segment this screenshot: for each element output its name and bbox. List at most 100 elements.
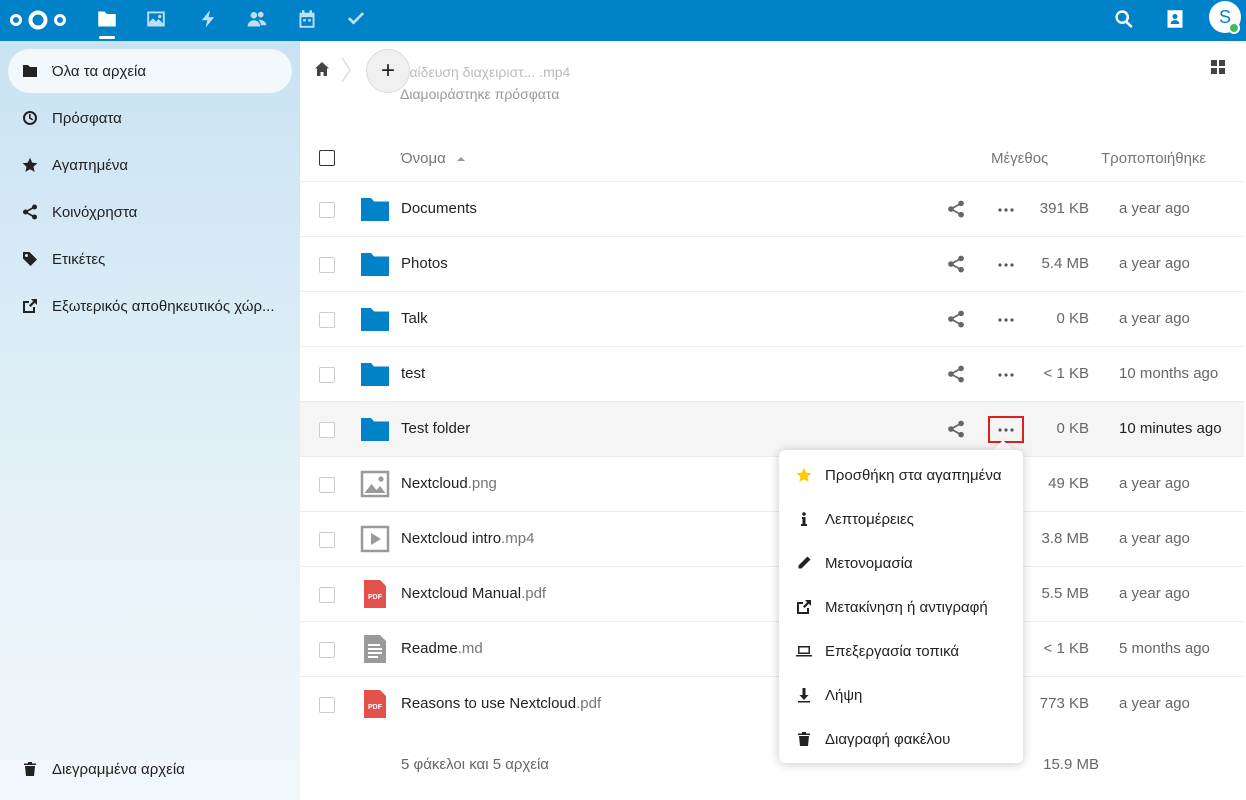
row-select-checkbox[interactable] [319, 642, 335, 658]
menu-item-label: Λεπτομέρειες [825, 510, 914, 528]
star-icon [796, 467, 812, 482]
menu-item-label: Λήψη [825, 686, 863, 704]
file-list-summary: 5 φάκελοι και 5 αρχεία [401, 756, 549, 773]
file-row[interactable]: PDF Reasons to use Nextcloud.pdf 773 KB a y… [300, 676, 1244, 731]
share-icon[interactable] [947, 200, 965, 218]
folder-icon [361, 363, 389, 386]
more-actions-button[interactable] [992, 365, 1020, 385]
sidebar-item-shares[interactable]: Κοινόχρηστα [8, 190, 292, 234]
more-actions-button[interactable] [992, 200, 1020, 220]
grid-view-icon[interactable] [1210, 59, 1226, 75]
row-select-checkbox[interactable] [319, 697, 335, 713]
file-name[interactable]: Nextcloud Manual.pdf [401, 585, 546, 602]
file-name[interactable]: Readme.md [401, 640, 483, 657]
row-select-checkbox[interactable] [319, 422, 335, 438]
info-icon [801, 512, 807, 526]
menu-item-download[interactable]: Λήψη [779, 673, 1023, 717]
sidebar-item-label: Εξωτερικός αποθηκευτικός χώρ... [52, 297, 275, 315]
sidebar-item-label: Ετικέτες [52, 250, 106, 268]
share-icon[interactable] [947, 255, 965, 273]
file-size: 391 KB [1039, 200, 1089, 217]
menu-item-favorite[interactable]: Προσθήκη στα αγαπημένα [779, 453, 1023, 497]
file-row[interactable]: Talk 0 KB a year ago [300, 291, 1244, 346]
menu-item-label: Προσθήκη στα αγαπημένα [825, 466, 1002, 484]
file-modified: 10 months ago [1119, 365, 1219, 382]
new-file-button[interactable]: + [366, 49, 410, 93]
sidebar-item-label: Κοινόχρηστα [52, 203, 138, 221]
svg-text:PDF: PDF [368, 704, 383, 711]
file-row[interactable]: Nextcloud.png 49 KB a year ago [300, 456, 1244, 511]
column-header-modified[interactable]: Τροποποιήθηκε [1101, 150, 1206, 167]
trash-icon [798, 732, 810, 746]
row-select-checkbox[interactable] [319, 312, 335, 328]
menu-item-move-copy[interactable]: Μετακίνηση ή αντιγραφή [779, 585, 1023, 629]
menu-item-rename[interactable]: Μετονομασία [779, 541, 1023, 585]
sidebar-item-all-files[interactable]: Όλα τα αρχεία [8, 49, 292, 93]
video-file-icon [360, 525, 390, 553]
file-modified: a year ago [1119, 585, 1190, 602]
file-size: 773 KB [1039, 695, 1089, 712]
file-name[interactable]: test [401, 365, 425, 382]
file-row[interactable]: Documents 391 KB a year ago [300, 181, 1244, 236]
row-select-checkbox[interactable] [319, 202, 335, 218]
external-link-icon [797, 600, 811, 614]
file-row[interactable]: Photos 5.4 MB a year ago [300, 236, 1244, 291]
file-name[interactable]: Reasons to use Nextcloud.pdf [401, 695, 601, 712]
file-row[interactable]: PDF Nextcloud Manual.pdf 5.5 MB a year ago [300, 566, 1244, 621]
file-name[interactable]: Test folder [401, 420, 470, 437]
file-name[interactable]: Nextcloud.png [401, 475, 497, 492]
file-size: 5.4 MB [1041, 255, 1089, 272]
sidebar-item-recent[interactable]: Πρόσφατα [8, 96, 292, 140]
activity-app-icon[interactable] [195, 6, 221, 32]
share-icon[interactable] [947, 365, 965, 383]
calendar-app-icon[interactable] [294, 6, 320, 32]
sort-asc-icon [456, 157, 465, 162]
file-size: 3.8 MB [1041, 530, 1089, 547]
menu-item-delete-folder[interactable]: Διαγραφή φακέλου [779, 717, 1023, 761]
file-row[interactable]: Readme.md < 1 KB 5 months ago [300, 621, 1244, 676]
file-row[interactable]: test < 1 KB 10 months ago [300, 346, 1244, 401]
tasks-app-icon[interactable] [343, 6, 369, 32]
file-row[interactable]: Nextcloud intro.mp4 3.8 MB a year ago [300, 511, 1244, 566]
search-icon[interactable] [1111, 6, 1137, 32]
row-select-checkbox[interactable] [319, 257, 335, 273]
photos-app-icon[interactable] [143, 6, 169, 32]
file-row[interactable]: Test folder 0 KB 10 minutes ago [300, 401, 1244, 456]
contacts-app-icon[interactable] [244, 6, 270, 32]
select-all-checkbox[interactable] [319, 150, 335, 166]
laptop-icon [796, 646, 812, 657]
contacts-menu-icon[interactable] [1162, 6, 1188, 32]
svg-text:PDF: PDF [368, 594, 383, 601]
files-app-icon[interactable] [94, 6, 120, 32]
sidebar-item-tags[interactable]: Ετικέτες [8, 237, 292, 281]
share-icon[interactable] [947, 420, 965, 438]
file-size: 5.5 MB [1041, 585, 1089, 602]
file-name[interactable]: Documents [401, 200, 477, 217]
folder-icon [361, 198, 389, 221]
share-icon[interactable] [947, 310, 965, 328]
file-size: < 1 KB [1043, 365, 1089, 382]
column-header-size[interactable]: Μέγεθος [991, 150, 1048, 167]
more-actions-icon [998, 318, 1014, 322]
nextcloud-logo-icon[interactable] [8, 8, 68, 32]
more-actions-button[interactable] [992, 310, 1020, 330]
sidebar-item-favorites[interactable]: Αγαπημένα [8, 143, 292, 187]
file-name[interactable]: Photos [401, 255, 448, 272]
file-name[interactable]: Nextcloud intro.mp4 [401, 530, 534, 547]
more-actions-button[interactable] [988, 416, 1024, 443]
row-select-checkbox[interactable] [319, 367, 335, 383]
external-link-icon [23, 299, 37, 313]
home-icon[interactable] [314, 61, 330, 77]
column-header-name[interactable]: Όνομα [401, 150, 466, 167]
menu-item-edit-locally[interactable]: Επεξεργασία τοπικά [779, 629, 1023, 673]
menu-item-details[interactable]: Λεπτομέρειες [779, 497, 1023, 541]
sidebar-item-external-storage[interactable]: Εξωτερικός αποθηκευτικός χώρ... [8, 284, 292, 328]
more-actions-button[interactable] [992, 255, 1020, 275]
folder-icon [23, 65, 37, 77]
file-name[interactable]: Talk [401, 310, 428, 327]
row-select-checkbox[interactable] [319, 477, 335, 493]
menu-item-label: Μετακίνηση ή αντιγραφή [825, 598, 988, 616]
row-select-checkbox[interactable] [319, 587, 335, 603]
sidebar-item-trashbin[interactable]: Διεγραμμένα αρχεία [8, 747, 292, 791]
row-select-checkbox[interactable] [319, 532, 335, 548]
